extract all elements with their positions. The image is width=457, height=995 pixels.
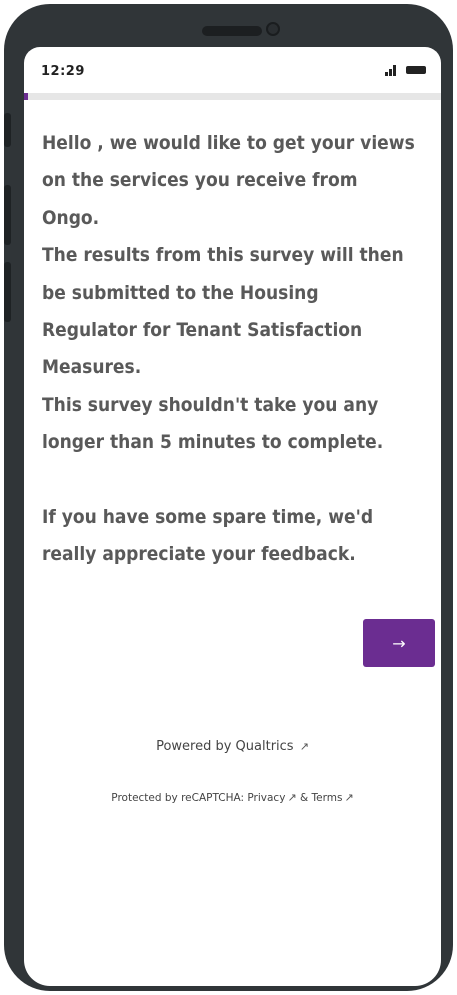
- status-time: 12:29: [41, 64, 85, 79]
- powered-by-text: Powered by Qualtrics: [156, 739, 294, 754]
- question-line: [42, 462, 434, 499]
- privacy-link-label: Privacy: [247, 792, 286, 804]
- privacy-link[interactable]: Privacy ↗: [247, 791, 300, 804]
- survey-progress-fill: [24, 93, 29, 100]
- status-bar: 12:29: [24, 47, 441, 93]
- powered-by-qualtrics[interactable]: Powered by Qualtrics ↗: [24, 739, 441, 754]
- phone-side-button: [4, 113, 11, 147]
- question-line: really appreciate your feedback.: [42, 543, 356, 566]
- battery-icon: [406, 66, 426, 74]
- external-link-icon: ↗: [344, 791, 354, 804]
- ampersand: &: [300, 792, 309, 804]
- survey-progress-bar: [24, 93, 441, 100]
- terms-link[interactable]: Terms ↗: [311, 791, 354, 804]
- next-button[interactable]: →: [363, 619, 435, 667]
- question-text: Hello , we would like to get your views o…: [42, 125, 434, 574]
- question-line: on the services you receive from: [42, 169, 358, 192]
- phone-frame: 12:29 Hello , we would like to get your …: [4, 4, 453, 991]
- speaker-grille: [202, 26, 262, 36]
- question-line: Hello , we would like to get your views: [42, 132, 415, 154]
- question-line: Measures.: [42, 356, 142, 379]
- question-line: Regulator for Tenant Satisfaction: [42, 319, 363, 342]
- question-line: Ongo.: [42, 206, 100, 229]
- question-line: longer than 5 minutes to complete.: [42, 431, 384, 454]
- question-line: be submitted to the Housing: [42, 281, 319, 304]
- external-link-icon: ↗: [287, 791, 297, 804]
- arrow-right-icon: →: [392, 633, 406, 653]
- question-line: The results from this survey will then: [42, 244, 404, 267]
- phone-screen: 12:29 Hello , we would like to get your …: [24, 47, 441, 986]
- recaptcha-notice: Protected by reCAPTCHA: Privacy ↗ & Terms…: [24, 791, 441, 804]
- volume-up-button: [4, 185, 11, 245]
- volume-down-button: [4, 262, 11, 322]
- front-camera: [266, 22, 280, 36]
- signal-icon: [385, 65, 399, 76]
- question-line: This survey shouldn't take you any: [42, 393, 379, 416]
- recaptcha-prefix: Protected by reCAPTCHA:: [111, 792, 245, 804]
- question-line: If you have some spare time, we'd: [42, 506, 374, 529]
- external-link-icon: ↗: [299, 740, 309, 753]
- terms-link-label: Terms: [311, 792, 343, 804]
